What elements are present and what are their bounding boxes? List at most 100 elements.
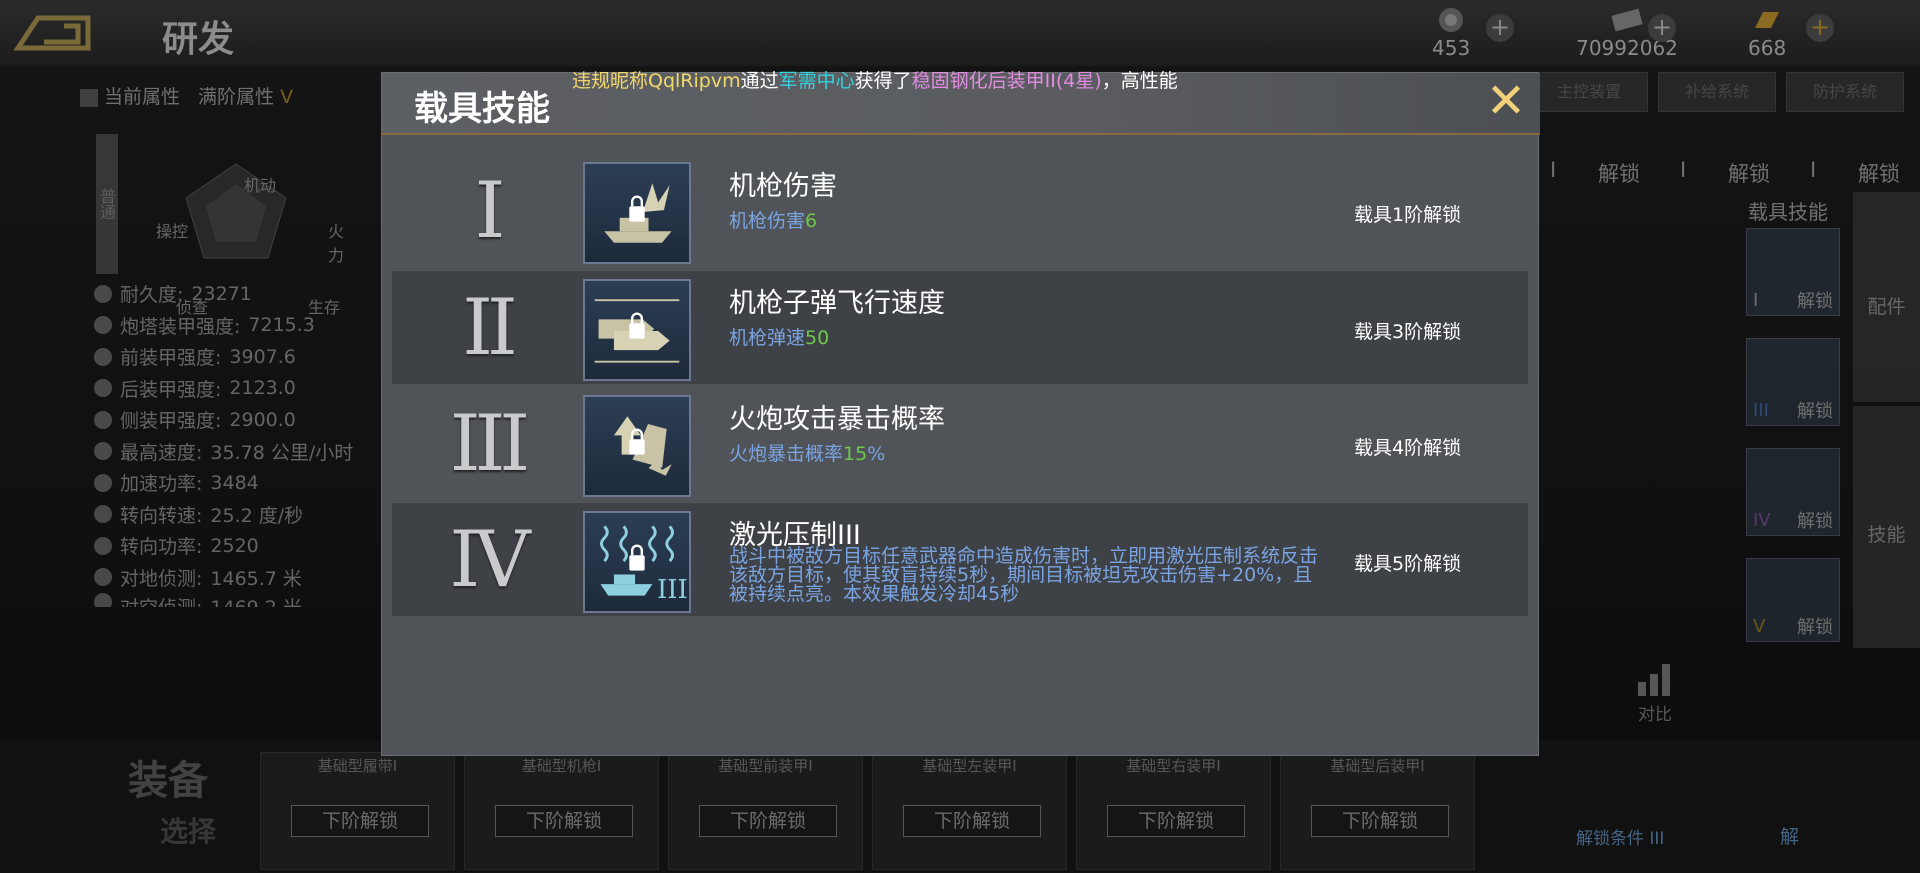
ground-detection-icon xyxy=(94,568,112,587)
bar-chart-icon xyxy=(1638,664,1670,696)
radar-label-control: 操控 xyxy=(156,222,189,241)
next-tier-unlock-button[interactable]: 下阶解锁 xyxy=(291,805,429,837)
skill-description: 火炮暴击概率15% xyxy=(729,443,886,465)
next-tier-unlock-button[interactable]: 下阶解锁 xyxy=(699,805,837,837)
turn-power-icon xyxy=(94,536,112,555)
next-tier-unlock-button[interactable]: 下阶解锁 xyxy=(903,805,1041,837)
stat-side-armor: 侧装甲强度: 2900.0 xyxy=(94,404,353,436)
machinegun-damage-icon[interactable] xyxy=(583,162,691,264)
top-bar: 研发 453 + 70992062 + 668 + xyxy=(0,0,1920,66)
close-icon: ✕ xyxy=(1485,73,1527,129)
stat-ground-detection: 对地侦测: 1465.7 米 xyxy=(94,562,353,594)
shield-icon xyxy=(94,284,112,303)
medal-icon xyxy=(1439,8,1464,32)
modal-title: 载具技能 xyxy=(414,89,550,129)
stat-durability: 耐久度: 23271 xyxy=(94,278,353,310)
front-armor-icon xyxy=(94,347,112,366)
skill-unlock-requirement: 载具1阶解锁 xyxy=(1354,204,1462,226)
unlock-condition: 解锁条件 III xyxy=(1576,829,1665,849)
skill-row-2: II 机枪子弹飞行速度 机枪弹速50 载具3阶解锁 xyxy=(392,271,1528,384)
equipment-bar: 装备 选择 基础型履带I 下阶解锁 基础型机枪I 下阶解锁 基础型前装甲I 下阶解锁 … xyxy=(0,740,1920,873)
equip-slot-tracks[interactable]: 基础型履带I 下阶解锁 xyxy=(260,752,455,870)
skill-tier-numeral: II xyxy=(462,283,518,373)
tab-main-control[interactable]: 主控装置 xyxy=(1530,72,1648,112)
unlock-label-last: 解 xyxy=(1780,826,1800,848)
equipment-subtitle: 选择 xyxy=(160,815,217,848)
radar-label-mobility: 机动 xyxy=(244,176,277,195)
skill-unlock-requirement: 载具3阶解锁 xyxy=(1354,321,1462,343)
close-button[interactable]: ✕ xyxy=(1483,77,1529,125)
skill-unlock-requirement: 载具4阶解锁 xyxy=(1354,437,1462,459)
stat-turn-power: 转向功率: 2520 xyxy=(94,530,353,562)
add-gold-button[interactable]: + xyxy=(1806,14,1834,42)
tab-parts[interactable]: 配件 xyxy=(1853,192,1920,402)
side-skill-thumb-1[interactable]: I 解锁 xyxy=(1746,228,1840,316)
resource-gold: 668 xyxy=(1748,4,1786,60)
equipment-title: 装备 xyxy=(128,758,208,804)
side-skill-thumb-4[interactable]: V 解锁 xyxy=(1746,558,1840,642)
side-armor-icon xyxy=(94,410,112,429)
skill-description: 机枪伤害6 xyxy=(729,210,818,232)
stat-turret-armor: 炮塔装甲强度: 7215.3 xyxy=(94,310,353,342)
cannon-crit-icon[interactable] xyxy=(583,395,691,497)
skill-row-4: IV III 激光压制III 战斗中被敌方目标任意武器命中造成伤害时，立即用激光… xyxy=(392,503,1528,616)
side-skill-thumb-2[interactable]: III 解锁 xyxy=(1746,338,1840,426)
skill-name: 机枪伤害 xyxy=(729,171,837,202)
equip-slot-right-armor[interactable]: 基础型右装甲I 下阶解锁 xyxy=(1076,752,1271,870)
stat-list: 耐久度: 23271 炮塔装甲强度: 7215.3 前装甲强度: 3907.6 后装甲… xyxy=(94,278,353,607)
tab-current-attributes[interactable]: 当前属性 xyxy=(80,82,180,109)
skill-description: 战斗中被敌方目标任意武器命中造成伤害时，立即用激光压制系统反击该敌方目标，使其致… xyxy=(729,545,1319,605)
equip-slot-left-armor[interactable]: 基础型左装甲I 下阶解锁 xyxy=(872,752,1067,870)
bullet-speed-icon[interactable] xyxy=(583,279,691,381)
resource-medal: 453 xyxy=(1432,4,1470,60)
page-title: 研发 xyxy=(162,19,235,60)
turn-speed-icon xyxy=(94,505,112,524)
lock-icon xyxy=(629,206,645,222)
laser-suppression-icon[interactable]: III xyxy=(583,511,691,613)
back-button[interactable] xyxy=(13,12,92,52)
speedometer-icon xyxy=(94,442,112,461)
right-panel: 主控装置 补给系统 防护系统 I 解锁 I 解锁 I 解锁 载具技能 I 解锁 I… xyxy=(1530,66,1920,656)
checkbox-icon xyxy=(80,88,98,107)
air-detection-icon xyxy=(94,593,112,607)
turret-icon xyxy=(94,316,112,335)
equip-slot-rear-armor[interactable]: 基础型后装甲I 下阶解锁 xyxy=(1280,752,1475,870)
equip-slot-machinegun[interactable]: 基础型机枪I 下阶解锁 xyxy=(464,752,659,870)
side-skill-thumb-3[interactable]: IV 解锁 xyxy=(1746,448,1840,536)
skill-tier-numeral: IV xyxy=(449,515,530,605)
unlock-numeral-2: I xyxy=(1680,158,1687,182)
announcement-marquee: 违规昵称QqlRipvm通过军需中心获得了稳固钢化后装甲II(4星)，高性能 xyxy=(572,70,1178,92)
tab-max-attributes[interactable]: 满阶属性 V xyxy=(198,82,293,109)
stat-front-armor: 前装甲强度: 3907.6 xyxy=(94,341,353,373)
skill-name: 火炮攻击暴击概率 xyxy=(729,404,945,435)
gold-icon xyxy=(1755,12,1780,28)
stat-max-speed: 最高速度: 35.78 公里/小时 xyxy=(94,436,353,468)
stat-turn-speed: 转向转速: 25.2 度/秒 xyxy=(94,499,353,531)
equip-slot-front-armor[interactable]: 基础型前装甲I 下阶解锁 xyxy=(668,752,863,870)
unlock-label-3[interactable]: 解锁 xyxy=(1858,158,1900,188)
vehicle-skills-modal: 载具技能 ✕ I 机枪伤害 机枪伤害6 载具1阶解锁 II 机枪子弹飞行速度 机… xyxy=(381,72,1540,756)
skill-name: 机枪子弹飞行速度 xyxy=(729,288,945,319)
compare-button[interactable]: 对比 xyxy=(1632,660,1678,725)
add-cash-button[interactable]: + xyxy=(1648,14,1676,42)
back-arrow-icon xyxy=(13,15,91,51)
unlock-label-1[interactable]: 解锁 xyxy=(1598,158,1640,188)
next-tier-unlock-button[interactable]: 下阶解锁 xyxy=(495,805,633,837)
skill-row-1: I 机枪伤害 机枪伤害6 载具1阶解锁 xyxy=(392,154,1528,267)
stat-rear-armor: 后装甲强度: 2123.0 xyxy=(94,373,353,405)
tab-protection-system[interactable]: 防护系统 xyxy=(1786,72,1904,112)
unlock-numeral-3: I xyxy=(1810,158,1817,182)
unlock-label-2[interactable]: 解锁 xyxy=(1728,158,1770,188)
cash-icon xyxy=(1611,8,1643,32)
add-medal-button[interactable]: + xyxy=(1486,14,1514,42)
skill-tier-numeral: I xyxy=(474,166,506,256)
next-tier-unlock-button[interactable]: 下阶解锁 xyxy=(1107,805,1245,837)
skill-description: 机枪弹速50 xyxy=(729,327,830,349)
stat-acceleration: 加速功率: 3484 xyxy=(94,467,353,499)
radar-label-firepower: 火力 xyxy=(328,222,345,265)
skill-row-3: III 火炮攻击暴击概率 火炮暴击概率15% 载具4阶解锁 xyxy=(392,387,1528,500)
next-tier-unlock-button[interactable]: 下阶解锁 xyxy=(1311,805,1449,837)
rear-armor-icon xyxy=(94,379,112,398)
tab-skills[interactable]: 技能 xyxy=(1853,406,1920,648)
tab-supply-system[interactable]: 补给系统 xyxy=(1658,72,1776,112)
